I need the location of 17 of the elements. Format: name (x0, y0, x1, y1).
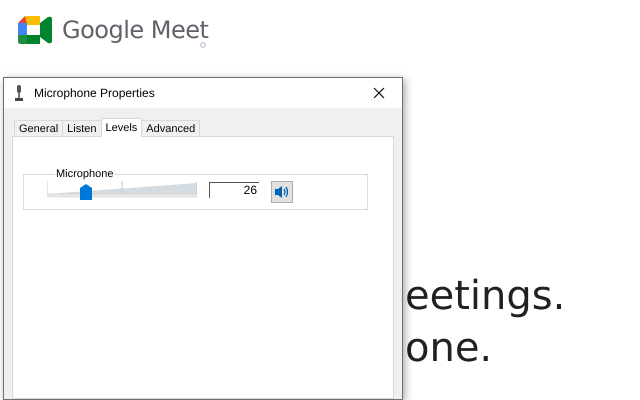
volume-slider[interactable] (47, 180, 197, 200)
window-title: Microphone Properties (34, 86, 156, 100)
headline-text: one. (405, 324, 494, 373)
close-icon (373, 87, 385, 99)
tab[interactable]: Advanced (141, 120, 200, 136)
microphone-icon (14, 85, 24, 101)
ring-icon (200, 42, 206, 48)
tab[interactable]: General (14, 120, 64, 136)
slider-thumb[interactable] (80, 184, 92, 200)
tab[interactable]: Levels (100, 118, 142, 137)
mute-button[interactable] (271, 181, 293, 203)
headline-text: eetings. (405, 272, 566, 321)
meet-logo-icon (18, 16, 52, 44)
speaker-icon (274, 185, 290, 199)
group-label: Microphone (55, 168, 114, 180)
app-name: Google Meet (62, 16, 208, 44)
level-field[interactable]: 26 (209, 182, 259, 198)
